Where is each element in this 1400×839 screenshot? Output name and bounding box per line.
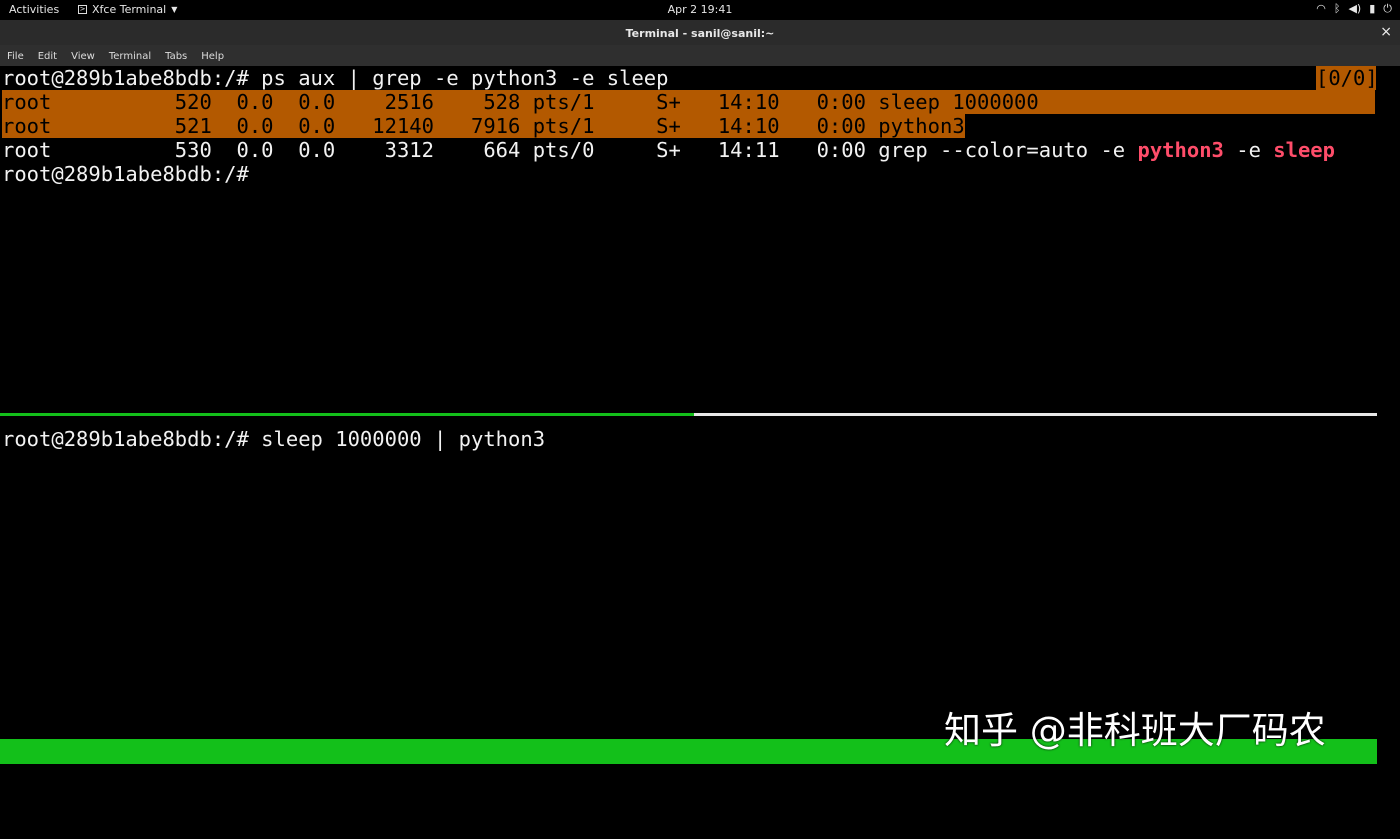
menu-help[interactable]: Help xyxy=(194,45,231,66)
menu-tabs[interactable]: Tabs xyxy=(158,45,194,66)
app-menu-button[interactable]: > Xfce Terminal ▼ xyxy=(78,3,177,16)
menu-terminal[interactable]: Terminal xyxy=(102,45,158,66)
menu-edit[interactable]: Edit xyxy=(31,45,64,66)
terminal-area[interactable]: root@289b1abe8bdb:/# ps aux | grep -e py… xyxy=(0,66,1400,813)
menu-file[interactable]: File xyxy=(0,45,31,66)
volume-icon[interactable]: ◀) xyxy=(1348,2,1361,16)
app-name: Xfce Terminal xyxy=(92,3,167,16)
pane-divider-active[interactable] xyxy=(0,413,694,416)
menu-bar: File Edit View Terminal Tabs Help xyxy=(0,45,1400,66)
tmux-status-right: "root@289b1abe8bdb: /" 19:41 02-Apr-22 xyxy=(906,789,1375,813)
battery-icon[interactable]: ▮ xyxy=(1369,2,1375,16)
tmux-session-window[interactable]: [sanil-26]0:[tmux]* xyxy=(2,764,237,789)
command-line: root@289b1abe8bdb:/# ps aux | grep -e py… xyxy=(2,66,669,90)
bluetooth-icon[interactable]: ᛒ xyxy=(1334,2,1341,16)
grep-match-sleep: sleep xyxy=(1273,138,1335,162)
process-row: root 530 0.0 0.0 3312 664 pts/0 S+ 14:11… xyxy=(2,138,1335,162)
pane-position-indicator: [0/0] xyxy=(1316,66,1378,90)
menu-view[interactable]: View xyxy=(64,45,102,66)
close-window-button[interactable]: × xyxy=(1380,24,1392,40)
system-top-bar: Activities > Xfce Terminal ▼ Apr 2 19:41… xyxy=(0,0,1400,20)
watermark: 知乎 @非科班大厂码农 xyxy=(944,709,1326,752)
row-text: root 520 0.0 0.0 2516 528 pts/1 S+ 14:10… xyxy=(2,90,1039,114)
command-line-bottom: root@289b1abe8bdb:/# sleep 1000000 | pyt… xyxy=(2,427,546,451)
process-row: root 521 0.0 0.0 12140 7916 pts/1 S+ 14:… xyxy=(2,114,965,138)
process-row: root 520 0.0 0.0 2516 528 pts/1 S+ 14:10… xyxy=(2,90,1375,114)
window-titlebar[interactable]: Terminal - sanil@sanil:~ × xyxy=(0,20,1400,45)
grep-match-python3: python3 xyxy=(1137,138,1224,162)
chevron-down-icon: ▼ xyxy=(171,5,178,14)
grep-mid: -e xyxy=(1223,138,1274,162)
power-icon[interactable]: ⏻ xyxy=(1383,2,1392,16)
pane-divider[interactable] xyxy=(694,413,1377,416)
clock[interactable]: Apr 2 19:41 xyxy=(0,3,1400,16)
row-text: root 530 0.0 0.0 3312 664 pts/0 S+ 14:11… xyxy=(2,138,879,162)
shell-prompt: root@289b1abe8bdb:/# xyxy=(2,162,249,186)
activities-button[interactable]: Activities xyxy=(9,3,59,16)
grep-prefix: grep --color=auto -e xyxy=(878,138,1138,162)
wifi-icon[interactable]: ◠ xyxy=(1316,2,1326,16)
row-text: root 521 0.0 0.0 12140 7916 pts/1 S+ 14:… xyxy=(2,114,965,138)
terminal-icon: > xyxy=(78,5,87,14)
system-tray[interactable]: ◠ ᛒ ◀) ▮ ⏻ xyxy=(1316,2,1392,16)
window-title: Terminal - sanil@sanil:~ xyxy=(625,27,775,40)
terminal-scrollbar[interactable] xyxy=(1378,66,1400,788)
